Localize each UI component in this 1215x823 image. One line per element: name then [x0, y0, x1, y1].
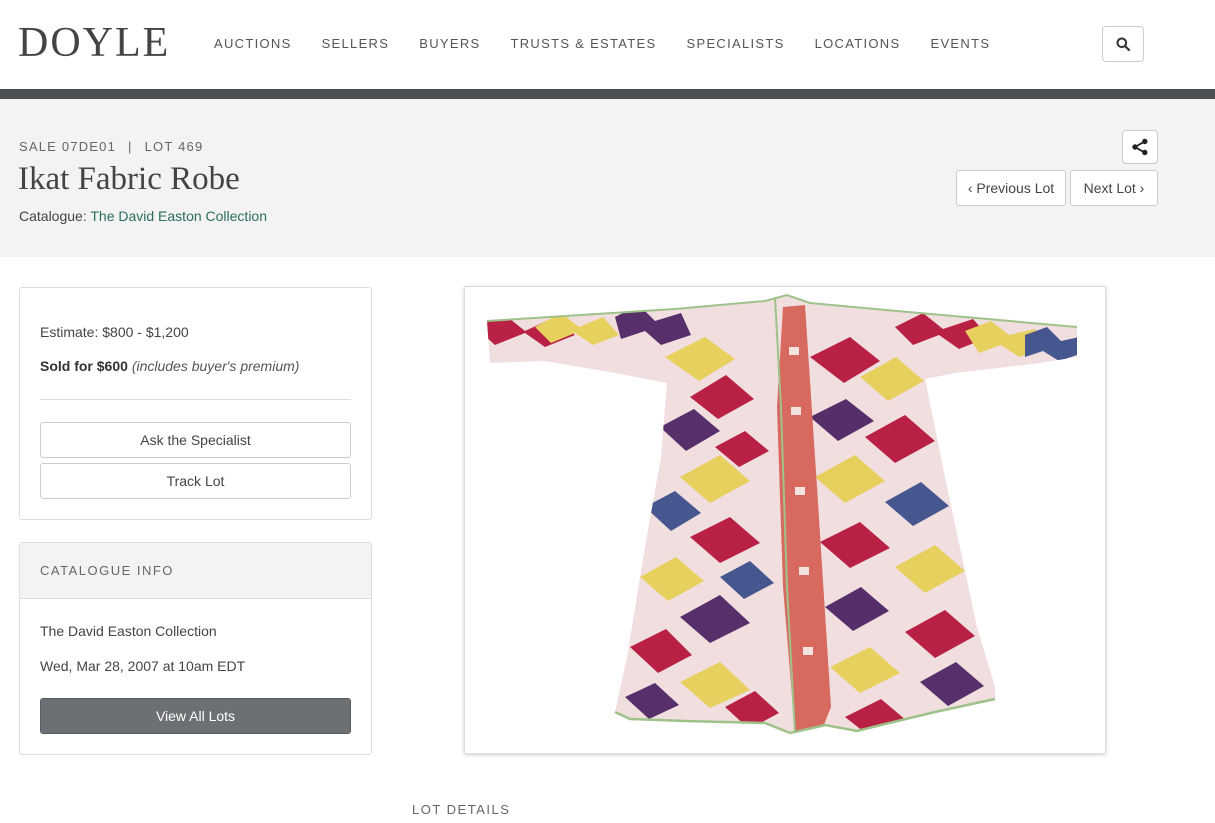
doyle-logo[interactable]: DOYLE: [18, 22, 170, 64]
catalogue-info-panel: CATALOGUE INFO The David Easton Collecti…: [19, 542, 372, 755]
estimate-text: Estimate: $800 - $1,200: [40, 324, 189, 340]
header-divider-bar: [0, 89, 1215, 99]
sold-note: (includes buyer's premium): [131, 358, 300, 374]
panel-divider: [40, 399, 351, 400]
nav-events[interactable]: EVENTS: [930, 36, 990, 51]
sale-separator: |: [128, 139, 133, 154]
share-icon: [1132, 138, 1148, 156]
lot-title: Ikat Fabric Robe: [18, 161, 240, 197]
catalogue-info-date: Wed, Mar 28, 2007 at 10am EDT: [40, 658, 246, 674]
sold-label: Sold for $600: [40, 358, 128, 374]
lot-image[interactable]: [464, 286, 1106, 754]
view-all-lots-button[interactable]: View All Lots: [40, 698, 351, 734]
nav-trusts-estates[interactable]: TRUSTS & ESTATES: [510, 36, 656, 51]
sale-lot-line: SALE 07DE01 | LOT 469: [19, 139, 203, 154]
catalogue-info-header: CATALOGUE INFO: [20, 543, 371, 599]
catalogue-link[interactable]: The David Easton Collection: [90, 208, 267, 224]
search-icon: [1116, 37, 1130, 51]
next-lot-button[interactable]: Next Lot ›: [1070, 170, 1158, 206]
lot-number: LOT 469: [144, 139, 204, 154]
sale-number: SALE 07DE01: [19, 139, 117, 154]
main-nav: AUCTIONS SELLERS BUYERS TRUSTS & ESTATES…: [214, 36, 1020, 51]
lot-header: SALE 07DE01 | LOT 469 Ikat Fabric Robe Cat…: [0, 99, 1215, 257]
estimate-panel: Estimate: $800 - $1,200 Sold for $600 (i…: [19, 287, 372, 520]
search-button[interactable]: [1102, 26, 1144, 62]
nav-locations[interactable]: LOCATIONS: [815, 36, 901, 51]
catalogue-info-heading: CATALOGUE INFO: [40, 563, 174, 578]
site-header: DOYLE AUCTIONS SELLERS BUYERS TRUSTS & E…: [0, 0, 1215, 89]
nav-sellers[interactable]: SELLERS: [322, 36, 390, 51]
share-button[interactable]: [1122, 130, 1158, 164]
catalogue-info-name: The David Easton Collection: [40, 623, 217, 639]
lot-details-heading: LOT DETAILS: [412, 802, 511, 817]
robe-photo: [486, 293, 1078, 735]
ask-specialist-button[interactable]: Ask the Specialist: [40, 422, 351, 458]
catalogue-label: Catalogue:: [19, 208, 87, 224]
nav-buyers[interactable]: BUYERS: [419, 36, 480, 51]
previous-lot-button[interactable]: ‹ Previous Lot: [956, 170, 1066, 206]
catalogue-line: Catalogue: The David Easton Collection: [19, 208, 267, 224]
nav-auctions[interactable]: AUCTIONS: [214, 36, 292, 51]
sold-price: Sold for $600 (includes buyer's premium): [40, 358, 299, 374]
nav-specialists[interactable]: SPECIALISTS: [687, 36, 785, 51]
track-lot-button[interactable]: Track Lot: [40, 463, 351, 499]
